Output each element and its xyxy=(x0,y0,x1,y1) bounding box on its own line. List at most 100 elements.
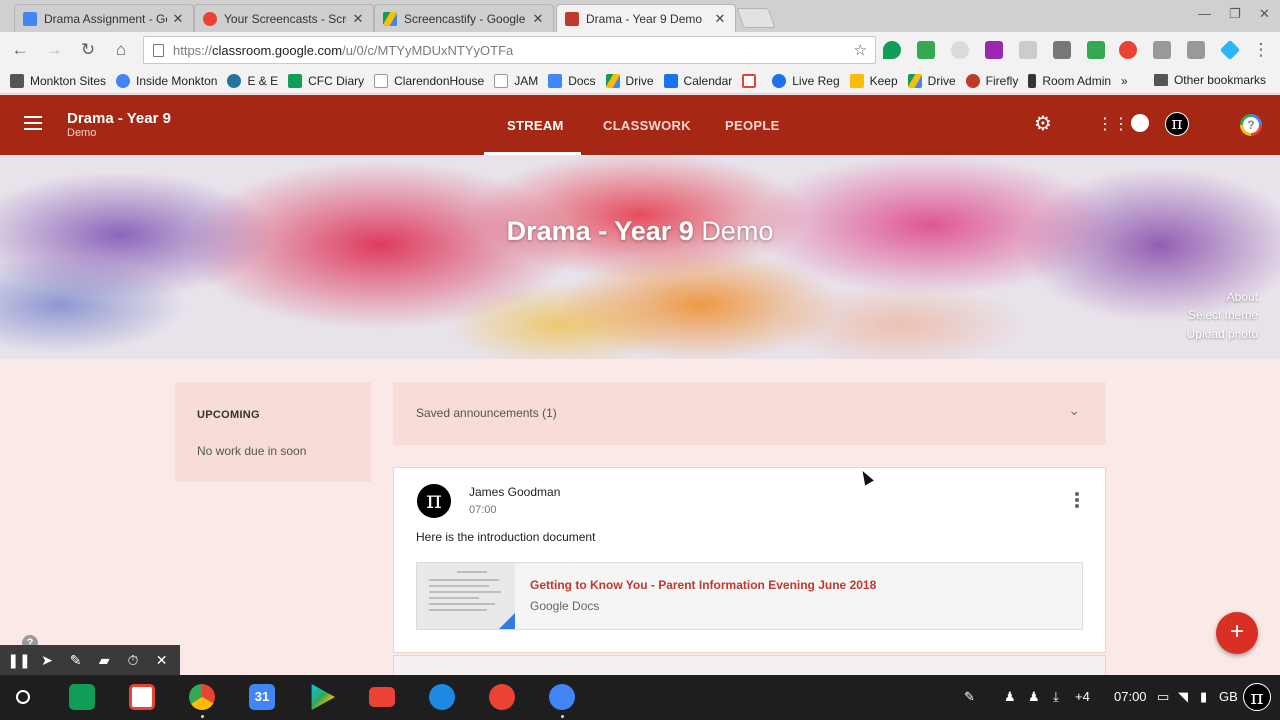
extension-lock-icon[interactable] xyxy=(1053,41,1071,59)
attachment-title[interactable]: Getting to Know You - Parent Information… xyxy=(530,578,876,592)
extension-hq2-icon[interactable] xyxy=(1187,41,1205,59)
reload-icon[interactable]: ↻ xyxy=(77,39,99,61)
eraser-icon[interactable]: ▰ xyxy=(93,652,115,669)
post-options-icon[interactable] xyxy=(1075,492,1079,510)
close-tab-icon[interactable]: ✕ xyxy=(351,11,365,27)
wifi-icon[interactable]: ◥ xyxy=(1178,689,1188,705)
settings-gear-icon[interactable]: ⚙ xyxy=(1034,111,1052,136)
page-info-icon[interactable] xyxy=(153,43,164,57)
main-menu-icon[interactable] xyxy=(24,116,42,130)
bookmark-room-admin[interactable]: Room Admin xyxy=(1028,73,1111,88)
bookmark-drive-2[interactable]: Drive xyxy=(907,73,956,88)
extension-check-icon[interactable] xyxy=(1019,41,1037,59)
class-title[interactable]: Drama - Year 9 xyxy=(67,110,171,127)
close-window-icon[interactable]: ✕ xyxy=(1259,6,1270,22)
bookmark-cfc-diary[interactable]: CFC Diary xyxy=(288,73,364,88)
bookmark-docs[interactable]: Docs xyxy=(548,73,596,88)
address-bar[interactable]: https:// classroom.google.com /u/0/c/MTY… xyxy=(143,36,876,64)
minimize-icon[interactable]: — xyxy=(1198,6,1211,21)
forward-icon[interactable]: → xyxy=(43,39,65,61)
browser-tab-screencasts[interactable]: Your Screencasts - Scree ✕ xyxy=(194,4,374,32)
home-icon[interactable]: ⌂ xyxy=(110,39,132,61)
tab-people[interactable]: PEOPLE xyxy=(725,118,780,133)
launcher-icon[interactable] xyxy=(16,690,30,704)
select-theme-link[interactable]: Select theme xyxy=(1188,308,1258,322)
upcoming-heading: UPCOMING xyxy=(197,409,260,421)
download-icon[interactable]: ⤓ xyxy=(1053,689,1059,705)
user-icon[interactable]: ♟ xyxy=(1004,689,1016,705)
account-avatar-tray[interactable]: π xyxy=(1243,683,1271,711)
browser-tab-drama-assignment[interactable]: Drama Assignment - Goo ✕ xyxy=(14,4,194,32)
cast-icon[interactable] xyxy=(917,41,935,59)
notifications-icon[interactable] xyxy=(1131,114,1149,132)
extension-puzzle-icon[interactable] xyxy=(985,41,1003,59)
about-link[interactable]: About xyxy=(1227,290,1258,304)
account-avatar[interactable]: π xyxy=(1165,112,1189,136)
upload-photo-link[interactable]: Upload photo xyxy=(1187,327,1258,341)
keyboard-locale[interactable]: GB xyxy=(1219,689,1238,704)
new-tab-button[interactable] xyxy=(736,8,776,28)
maximize-icon[interactable]: ❐ xyxy=(1229,6,1241,22)
bookmark-e-and-e[interactable]: E & E xyxy=(227,73,278,88)
close-recorder-icon[interactable]: ✕ xyxy=(151,652,173,669)
close-tab-icon[interactable]: ✕ xyxy=(171,11,185,27)
extension-classroom-icon[interactable] xyxy=(1087,41,1105,59)
pause-icon[interactable]: ❚❚ xyxy=(7,652,30,669)
timer-icon[interactable]: ⏱ xyxy=(122,652,144,669)
help-icon[interactable]: ? xyxy=(1240,114,1262,136)
extension-clock-icon[interactable] xyxy=(951,41,969,59)
bookmark-firefly[interactable]: Firefly xyxy=(965,73,1018,88)
extension-hq-icon[interactable] xyxy=(1153,41,1171,59)
tab-classwork[interactable]: CLASSWORK xyxy=(603,118,691,133)
bookmark-inside-monkton[interactable]: Inside Monkton xyxy=(116,73,217,88)
classroom-icon[interactable] xyxy=(69,684,95,710)
user-icon[interactable]: ♟ xyxy=(1028,689,1040,705)
files-icon[interactable] xyxy=(429,684,455,710)
screencastify-toolbar: ❚❚ ➤ ✎ ▰ ⏱ ✕ xyxy=(0,645,180,675)
document-thumbnail xyxy=(417,563,515,629)
back-icon[interactable]: ← xyxy=(9,39,31,61)
saved-announcements-panel[interactable]: Saved announcements (1) ⌄ xyxy=(393,382,1106,445)
calendar-icon[interactable]: 31 xyxy=(249,684,275,710)
extension-shield-icon[interactable] xyxy=(883,41,901,59)
folder-icon xyxy=(1153,74,1168,86)
gmail-icon[interactable] xyxy=(129,684,155,710)
photos-icon[interactable] xyxy=(489,684,515,710)
bookmark-star-icon[interactable]: ☆ xyxy=(854,41,867,59)
browser-tab-classroom[interactable]: Drama - Year 9 Demo ✕ xyxy=(556,4,736,32)
screencastify-record-icon[interactable] xyxy=(1119,41,1137,59)
bookmark-keep[interactable]: Keep xyxy=(849,73,898,88)
chevron-down-icon[interactable]: ⌄ xyxy=(1068,402,1080,419)
bookmark-monkton-sites[interactable]: Monkton Sites xyxy=(10,73,106,88)
bookmarks-overflow-chevron[interactable]: » xyxy=(1121,74,1128,88)
saved-announcements-label: Saved announcements (1) xyxy=(416,406,557,420)
bookmark-live-reg[interactable]: Live Reg xyxy=(772,73,840,88)
screen-icon[interactable]: ▭ xyxy=(1157,689,1169,705)
banner-title-bold: Drama - Year 9 xyxy=(506,216,694,246)
battery-icon[interactable]: ▮ xyxy=(1200,689,1207,705)
browser-tab-screencastify-drive[interactable]: Screencastify - Google D ✕ xyxy=(374,4,554,32)
bookmark-other-folder[interactable]: Other bookmarks xyxy=(1153,73,1266,87)
stylus-icon[interactable]: ✎ xyxy=(964,689,975,705)
bookmark-gmail[interactable] xyxy=(742,73,762,88)
settings-icon[interactable] xyxy=(549,684,575,710)
firefly-icon xyxy=(965,73,980,88)
chrome-icon[interactable] xyxy=(189,684,215,710)
notification-count[interactable]: +4 xyxy=(1075,689,1090,704)
youtube-icon[interactable] xyxy=(369,687,395,707)
add-fab-button[interactable]: + xyxy=(1216,612,1258,654)
play-store-icon[interactable] xyxy=(311,684,335,710)
extension-diamond-icon[interactable] xyxy=(1219,39,1241,61)
close-tab-icon[interactable]: ✕ xyxy=(531,11,545,27)
bookmark-drive[interactable]: Drive xyxy=(605,73,654,88)
clock[interactable]: 07:00 xyxy=(1114,689,1147,704)
bookmark-jam[interactable]: JAM xyxy=(494,73,538,88)
close-tab-icon[interactable]: ✕ xyxy=(713,11,727,27)
bookmark-clarendonhouse[interactable]: ClarendonHouse xyxy=(374,73,484,88)
tab-stream[interactable]: STREAM xyxy=(507,118,564,133)
chrome-menu-icon[interactable]: ⋮ xyxy=(1250,39,1272,61)
pen-icon[interactable]: ✎ xyxy=(65,652,87,669)
attachment-card[interactable]: Getting to Know You - Parent Information… xyxy=(416,562,1083,630)
bookmark-calendar[interactable]: Calendar xyxy=(663,73,732,88)
pointer-icon[interactable]: ➤ xyxy=(36,652,58,669)
